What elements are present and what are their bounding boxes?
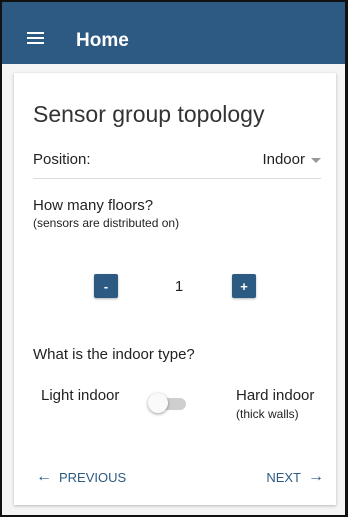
next-button-label: NEXT — [266, 469, 301, 485]
indoor-type-question: What is the indoor type? — [33, 346, 195, 363]
hard-indoor-subtext: (thick walls) — [236, 407, 299, 421]
previous-button[interactable]: ← PREVIOUS — [36, 469, 126, 485]
indoor-type-toggle[interactable] — [148, 393, 188, 415]
hard-indoor-label: Hard indoor — [236, 387, 315, 404]
divider — [33, 178, 321, 179]
position-select-value: Indoor — [262, 151, 305, 168]
topology-card: Sensor group topology Position: Indoor H… — [14, 73, 336, 505]
card-title: Sensor group topology — [33, 101, 265, 127]
floors-question: How many floors? — [33, 197, 154, 214]
arrow-left-icon: ← — [36, 468, 52, 485]
caret-down-icon — [311, 157, 321, 163]
toggle-thumb — [148, 393, 168, 413]
increment-floors-button[interactable]: + — [232, 274, 256, 298]
app-frame: Home Sensor group topology Position: Ind… — [0, 0, 348, 517]
top-app-bar: Home — [2, 2, 345, 64]
position-select[interactable]: Indoor — [262, 151, 321, 168]
previous-button-label: PREVIOUS — [59, 469, 127, 485]
next-button[interactable]: NEXT → — [266, 469, 324, 485]
decrement-floors-button[interactable]: - — [94, 274, 118, 298]
app-title: Home — [76, 30, 129, 51]
position-label: Position: — [33, 151, 91, 168]
floors-subtext: (sensors are distributed on) — [33, 216, 180, 230]
light-indoor-label: Light indoor — [41, 387, 120, 404]
floors-value: 1 — [174, 278, 184, 295]
arrow-right-icon: → — [308, 468, 324, 485]
hamburger-menu-icon[interactable] — [27, 32, 44, 44]
